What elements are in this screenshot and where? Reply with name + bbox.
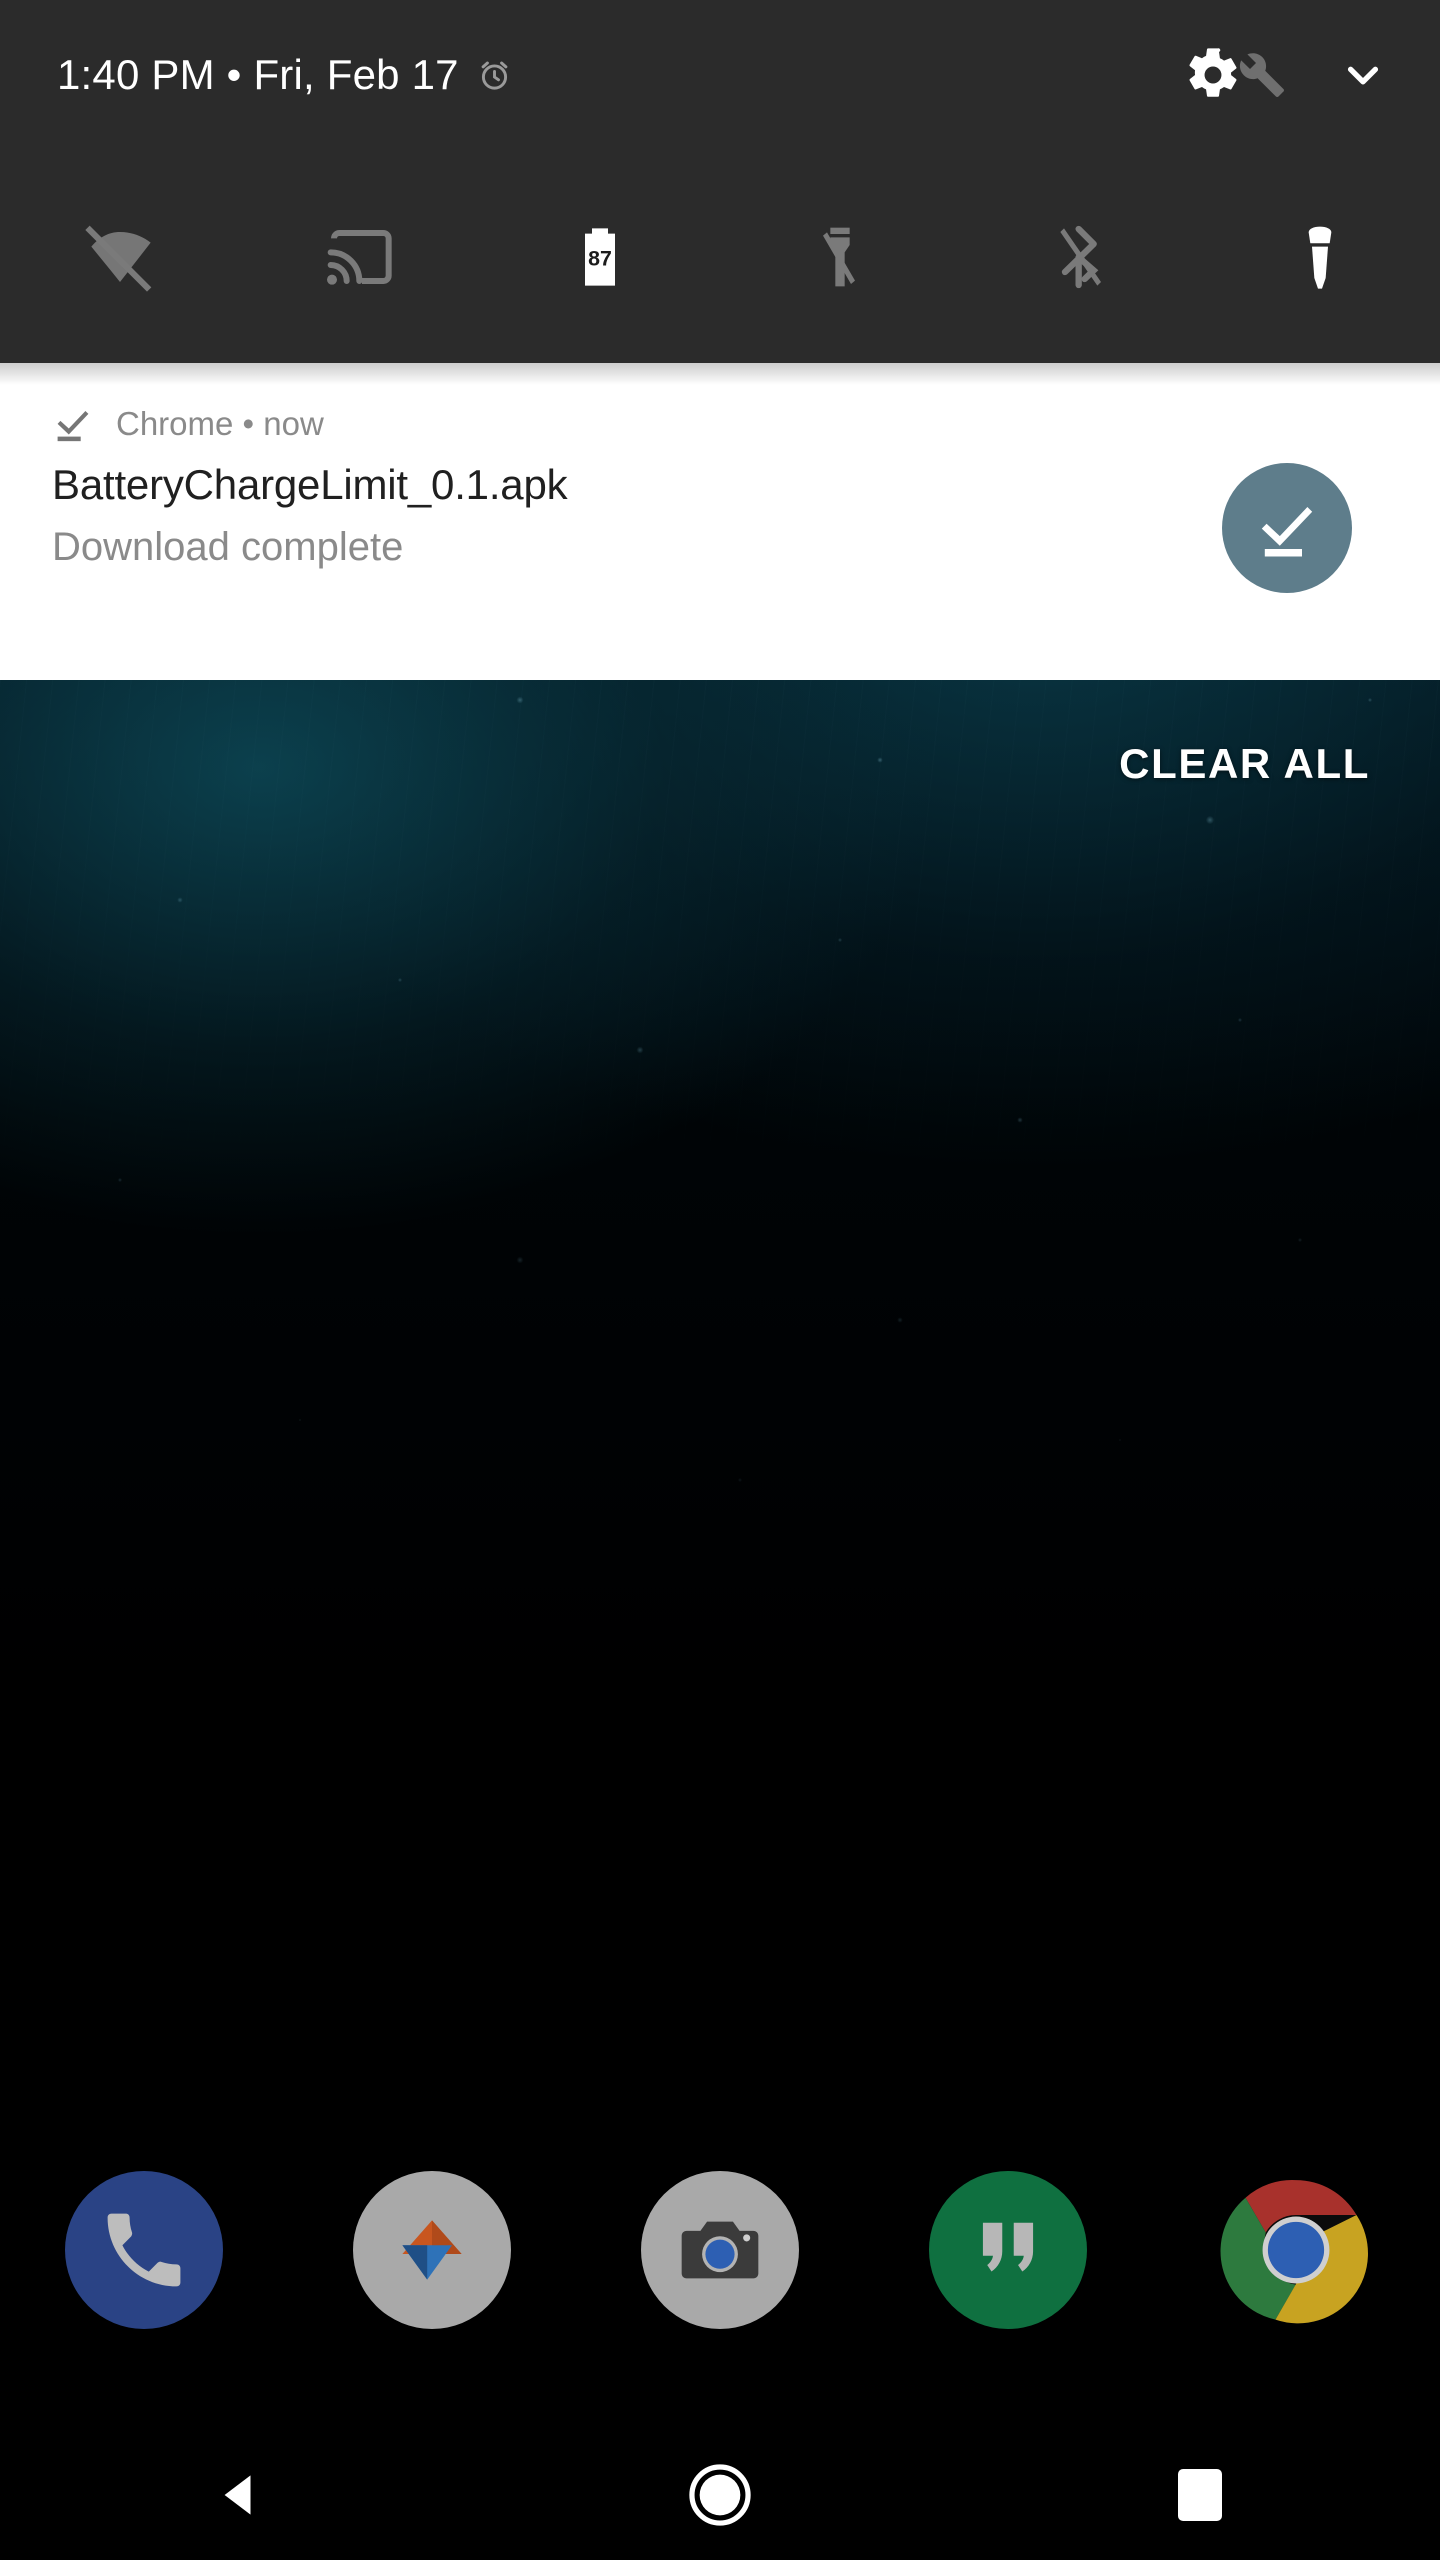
qs-flashlight-off[interactable] bbox=[720, 150, 960, 363]
wrench-icon[interactable] bbox=[1238, 51, 1286, 99]
download-complete-icon bbox=[57, 411, 89, 442]
shade-header-actions bbox=[1184, 46, 1390, 104]
android-screen: 1:40 PM • Fri, Feb 17 87 Chrome • now Ba… bbox=[0, 0, 1440, 2560]
nav-home-button[interactable] bbox=[480, 2462, 960, 2528]
wifi-off-icon bbox=[85, 225, 152, 292]
alarm-clock-icon bbox=[481, 61, 508, 90]
notification-text: Download complete bbox=[52, 525, 404, 569]
back-triangle-icon bbox=[224, 2475, 251, 2515]
clear-all-button[interactable]: CLEAR ALL bbox=[1119, 740, 1370, 788]
nav-recents-button[interactable] bbox=[960, 2469, 1440, 2521]
notification-header: Chrome • now bbox=[52, 403, 324, 445]
camera-icon bbox=[681, 2221, 759, 2279]
status-clock: 1:40 PM • Fri, Feb 17 bbox=[57, 51, 459, 98]
chevron-down-icon[interactable] bbox=[1336, 48, 1390, 102]
clock-block: 1:40 PM • Fri, Feb 17 bbox=[57, 51, 513, 99]
dock-item-phone[interactable] bbox=[0, 2171, 288, 2329]
triangles-icon bbox=[402, 2220, 462, 2280]
dock-item-hangouts[interactable] bbox=[864, 2171, 1152, 2329]
qs-battery[interactable]: 87 bbox=[480, 150, 720, 363]
dock-item-solid-explorer[interactable] bbox=[288, 2171, 576, 2329]
notification-app-and-time: Chrome • now bbox=[116, 405, 324, 442]
notification-large-icon[interactable] bbox=[1222, 463, 1352, 593]
dock-item-chrome[interactable] bbox=[1152, 2171, 1440, 2329]
dock-item-camera[interactable] bbox=[576, 2171, 864, 2329]
qs-wifi-off[interactable] bbox=[0, 150, 240, 363]
shade-drop-shadow bbox=[0, 363, 1440, 385]
battery-icon: 87 bbox=[585, 227, 615, 286]
cast-icon bbox=[327, 229, 392, 285]
download-complete-icon bbox=[1261, 507, 1313, 557]
status-bar: 1:40 PM • Fri, Feb 17 bbox=[0, 0, 1440, 150]
quick-settings-icon-row: 87 bbox=[0, 150, 1440, 363]
gear-icon[interactable] bbox=[1184, 46, 1242, 104]
notification-title: BatteryChargeLimit_0.1.apk bbox=[52, 461, 568, 508]
navigation-bar bbox=[0, 2430, 1440, 2560]
quote-icon bbox=[982, 2222, 1034, 2272]
home-dock bbox=[0, 2162, 1440, 2338]
qs-flashlight-on[interactable] bbox=[1200, 150, 1440, 363]
chrome-icon bbox=[1220, 2179, 1368, 2324]
phone-icon bbox=[107, 2213, 181, 2287]
notification-shade-header: 1:40 PM • Fri, Feb 17 87 bbox=[0, 0, 1440, 363]
bluetooth-off-icon bbox=[1060, 225, 1101, 288]
qs-bluetooth-off[interactable] bbox=[960, 150, 1200, 363]
flashlight-on-icon bbox=[1308, 226, 1332, 289]
flashlight-off-icon bbox=[823, 227, 855, 286]
recents-square-icon bbox=[1178, 2469, 1222, 2521]
nav-back-button[interactable] bbox=[0, 2467, 480, 2523]
home-circle-icon bbox=[689, 2464, 751, 2526]
battery-level-text: 87 bbox=[588, 246, 612, 270]
qs-cast[interactable] bbox=[240, 150, 480, 363]
